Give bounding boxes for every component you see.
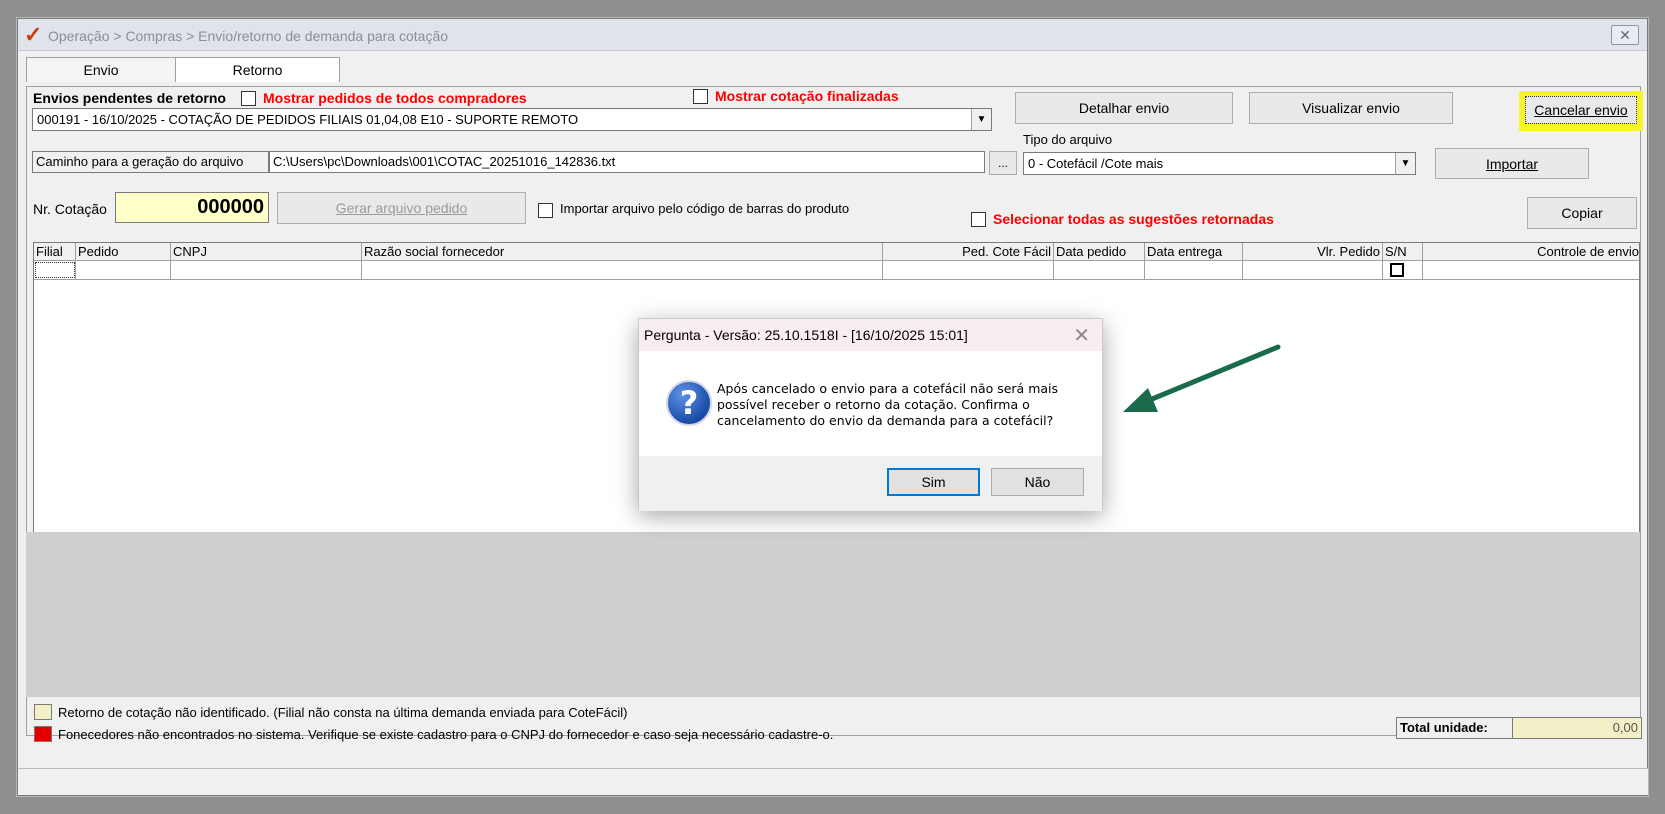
cell-sn[interactable] (1383, 261, 1423, 279)
gerar-arquivo-button[interactable]: Gerar arquivo pedido (277, 192, 526, 224)
legend-yellow-text: Retorno de cotação não identificado. (Fi… (58, 705, 628, 720)
cell-data-pedido[interactable] (1054, 261, 1145, 279)
chevron-down-icon[interactable]: ▼ (1395, 153, 1415, 174)
nr-cotacao-input[interactable]: 000000 (115, 192, 269, 223)
dialog-close-icon[interactable]: ✕ (1073, 323, 1090, 348)
green-arrow-icon (1123, 344, 1281, 412)
select-all-label: Selecionar todas as sugestões retornadas (993, 211, 1274, 227)
path-input[interactable]: C:\Users\pc\Downloads\001\COTAC_20251016… (269, 151, 985, 173)
sim-button[interactable]: Sim (887, 468, 980, 496)
col-filial[interactable]: Filial (34, 243, 76, 261)
app-check-icon: ✓ (24, 22, 43, 47)
cell-ped-cote-facil[interactable] (883, 261, 1054, 279)
tab-envio[interactable]: Envio (26, 57, 176, 82)
dimmed-overlay (26, 532, 1640, 697)
dialog-title-bar: Pergunta - Versão: 25.10.1518I - [16/10/… (639, 319, 1102, 351)
title-bar: ✓ Operação > Compras > Envio/retorno de … (18, 19, 1647, 51)
chevron-down-icon[interactable]: ▼ (971, 109, 991, 130)
window-title: Operação > Compras > Envio/retorno de de… (48, 28, 449, 44)
table-row[interactable] (34, 261, 1639, 280)
cell-cnpj[interactable] (171, 261, 362, 279)
import-barcode-checkbox[interactable] (538, 203, 553, 218)
cell-pedido[interactable] (76, 261, 171, 279)
detalhar-envio-label: Detalhar envio (1078, 100, 1170, 116)
cancelar-envio-label: Cancelar envio (1534, 102, 1628, 118)
visualizar-envio-label: Visualizar envio (1302, 100, 1400, 116)
file-type-label: Tipo do arquivo (1023, 132, 1113, 147)
legend-red-text: Fonecedores não encontrados no sistema. … (58, 727, 834, 742)
file-type-value: 0 - Cotefácil /Cote mais (1028, 156, 1164, 171)
question-icon: ? (666, 380, 712, 426)
grid-header: Filial Pedido CNPJ Razão social forneced… (34, 243, 1639, 261)
confirm-dialog: Pergunta - Versão: 25.10.1518I - [16/10/… (638, 318, 1103, 511)
col-sn[interactable]: S/N (1383, 243, 1423, 261)
col-ped-cote-facil[interactable]: Ped. Cote Fácil (883, 243, 1054, 261)
show-all-buyers-checkbox[interactable] (241, 91, 256, 106)
copiar-label: Copiar (1561, 205, 1603, 221)
file-type-select[interactable]: 0 - Cotefácil /Cote mais ▼ (1023, 152, 1416, 175)
dialog-body: ? Após cancelado o envio para a cotefáci… (639, 351, 1102, 456)
gerar-arquivo-label: Gerar arquivo pedido (335, 200, 468, 216)
cancelar-envio-button[interactable]: Cancelar envio (1525, 96, 1637, 124)
copiar-button[interactable]: Copiar (1527, 197, 1637, 229)
detalhar-envio-button[interactable]: Detalhar envio (1015, 92, 1233, 124)
total-unidade-value: 0,00 (1512, 717, 1642, 739)
legend-yellow-swatch (34, 704, 52, 720)
select-all-checkbox[interactable] (971, 212, 986, 227)
status-bar (18, 768, 1648, 795)
path-value: C:\Users\pc\Downloads\001\COTAC_20251016… (273, 154, 616, 169)
dialog-title: Pergunta - Versão: 25.10.1518I - [16/10/… (644, 327, 968, 343)
show-all-buyers-label: Mostrar pedidos de todos compradores (263, 90, 527, 106)
importar-button[interactable]: Importar (1435, 148, 1589, 179)
path-label: Caminho para a geração do arquivo (36, 154, 244, 169)
cell-razao-social[interactable] (362, 261, 883, 279)
show-finished-checkbox[interactable] (693, 89, 708, 104)
sn-checkbox[interactable] (1390, 263, 1404, 277)
tab-retorno[interactable]: Retorno (175, 57, 340, 82)
total-unidade-label: Total unidade: (1396, 717, 1516, 739)
importar-label: Importar (1485, 156, 1539, 172)
import-barcode-label: Importar arquivo pelo código de barras d… (560, 201, 850, 216)
nr-cotacao-label: Nr. Cotação (33, 201, 107, 217)
col-vlr-pedido[interactable]: Vlr. Pedido (1243, 243, 1383, 261)
cell-controle-envio[interactable] (1423, 261, 1641, 279)
cell-filial[interactable] (34, 261, 76, 279)
col-cnpj[interactable]: CNPJ (171, 243, 362, 261)
cell-data-entrega[interactable] (1145, 261, 1243, 279)
legend-red-swatch (34, 726, 52, 742)
dialog-message: Após cancelado o envio para a cotefácil … (717, 381, 1059, 428)
col-data-entrega[interactable]: Data entrega (1145, 243, 1243, 261)
cell-vlr-pedido[interactable] (1243, 261, 1383, 279)
pending-select[interactable]: 000191 - 16/10/2025 - COTAÇÃO DE PEDIDOS… (32, 108, 992, 131)
window-close-button[interactable]: ✕ (1611, 25, 1639, 45)
col-controle-envio[interactable]: Controle de envio (1423, 243, 1641, 261)
col-razao-social[interactable]: Razão social fornecedor (362, 243, 883, 261)
nao-button[interactable]: Não (991, 468, 1084, 496)
pending-select-value: 000191 - 16/10/2025 - COTAÇÃO DE PEDIDOS… (37, 112, 579, 127)
visualizar-envio-button[interactable]: Visualizar envio (1249, 92, 1453, 124)
show-finished-label: Mostrar cotação finalizadas (715, 88, 899, 104)
col-pedido[interactable]: Pedido (76, 243, 171, 261)
path-label-box: Caminho para a geração do arquivo (32, 151, 269, 173)
col-data-pedido[interactable]: Data pedido (1054, 243, 1145, 261)
pending-label: Envios pendentes de retorno (33, 90, 226, 106)
dialog-footer: Sim Não (639, 456, 1102, 511)
browse-button[interactable]: ... (989, 151, 1017, 175)
